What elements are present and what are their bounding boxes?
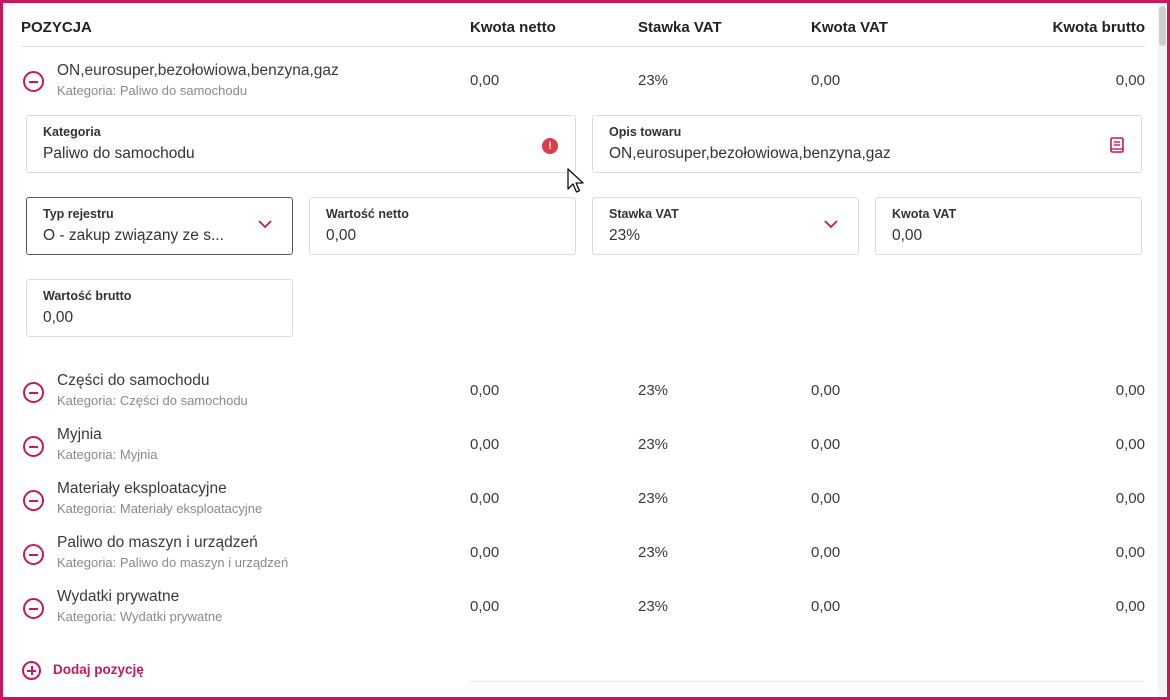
wartosc-netto-label: Wartość netto (326, 207, 409, 221)
item-category: Kategoria: Wydatki prywatne (57, 609, 223, 624)
scrollbar-thumb[interactable] (1159, 6, 1166, 46)
remove-minus-icon[interactable] (23, 382, 44, 403)
opis-towaru-field[interactable]: Opis towaru ON,eurosuper,bezołowiowa,ben… (592, 115, 1142, 173)
item-brutto: 0,00 (1115, 436, 1145, 453)
remove-minus-icon[interactable] (23, 544, 44, 565)
item-netto: 0,00 (470, 436, 500, 453)
item-vat: 0,00 (811, 436, 841, 453)
header-brutto: Kwota brutto (1052, 19, 1145, 36)
add-position-label: Dodaj pozycję (53, 662, 144, 677)
item-vat-rate: 23% (638, 598, 669, 615)
item-vat: 0,00 (811, 382, 841, 399)
item-name: Paliwo do maszyn i urządzeń (57, 534, 258, 551)
typ-rejestru-select[interactable]: Typ rejestru O - zakup związany ze s... (26, 197, 293, 255)
scrollbar[interactable] (1158, 3, 1167, 697)
kategoria-field[interactable]: Kategoria Paliwo do samochodu ! (26, 115, 576, 173)
item-row: Wydatki prywatne Kategoria: Wydatki prywa… (0, 588, 1170, 638)
item-brutto: 0,00 (1115, 382, 1145, 399)
item-name: Materiały eksploatacyjne (57, 480, 227, 497)
item-name: Części do samochodu (57, 372, 210, 389)
header-divider (21, 46, 1145, 47)
item-category: Kategoria: Materiały eksploatacyjne (57, 501, 263, 516)
typ-rejestru-value: O - zakup związany ze s... (43, 227, 224, 244)
typ-rejestru-label: Typ rejestru (43, 207, 114, 221)
item-netto: 0,00 (470, 382, 500, 399)
item-row: Paliwo do maszyn i urządzeń Kategoria: Pa… (0, 534, 1170, 584)
stawka-vat-value: 23% (609, 227, 641, 244)
item-name: Myjnia (57, 426, 102, 443)
item-row: Części do samochodu Kategoria: Części do … (0, 372, 1170, 422)
item-vat-rate: 23% (638, 544, 669, 561)
item-row: Materiały eksploatacyjne Kategoria: Mater… (0, 480, 1170, 530)
kwota-vat-value: 0,00 (892, 227, 923, 244)
item-category: Kategoria: Części do samochodu (57, 393, 248, 408)
item-vat-rate: 23% (638, 436, 669, 453)
item-name: Wydatki prywatne (57, 588, 180, 605)
wartosc-brutto-label: Wartość brutto (43, 289, 132, 303)
item-category: Kategoria: Myjnia (57, 447, 158, 462)
item-category: Kategoria: Paliwo do samochodu (57, 83, 248, 98)
kategoria-value: Paliwo do samochodu (43, 145, 195, 162)
item-category: Kategoria: Paliwo do maszyn i urządzeń (57, 555, 289, 570)
header-netto: Kwota netto (470, 19, 556, 36)
item-brutto: 0,00 (1115, 490, 1145, 507)
remove-minus-icon[interactable] (23, 436, 44, 457)
item-netto: 0,00 (470, 544, 500, 561)
book-icon[interactable] (1110, 137, 1124, 153)
chevron-down-icon[interactable] (824, 219, 838, 229)
item-row-expanded: ON,eurosuper,bezołowiowa,benzyna,gaz Kat… (0, 62, 1170, 112)
item-vat: 0,00 (811, 72, 841, 89)
item-vat-rate: 23% (638, 72, 669, 89)
item-vat: 0,00 (811, 490, 841, 507)
item-netto: 0,00 (470, 72, 500, 89)
opis-towaru-label: Opis towaru (609, 125, 682, 139)
remove-minus-icon[interactable] (23, 490, 44, 511)
item-vat: 0,00 (811, 598, 841, 615)
item-vat-rate: 23% (638, 490, 669, 507)
wartosc-brutto-value: 0,00 (43, 309, 74, 326)
wartosc-netto-field[interactable]: Wartość netto 0,00 (309, 197, 576, 255)
opis-towaru-value: ON,eurosuper,bezołowiowa,benzyna,gaz (609, 145, 891, 162)
item-netto: 0,00 (470, 598, 500, 615)
item-vat-rate: 23% (638, 382, 669, 399)
collapse-minus-icon[interactable] (23, 71, 44, 92)
kwota-vat-field[interactable]: Kwota VAT 0,00 (875, 197, 1142, 255)
item-row: Myjnia Kategoria: Myjnia 0,00 23% 0,00 0,00 (0, 426, 1170, 476)
item-vat: 0,00 (811, 544, 841, 561)
item-brutto: 0,00 (1115, 598, 1145, 615)
wartosc-netto-value: 0,00 (326, 227, 357, 244)
header-position: POZYCJA (21, 19, 92, 36)
header-vat-rate: Stawka VAT (638, 19, 722, 36)
item-brutto: 0,00 (1115, 544, 1145, 561)
footer-divider (470, 681, 1145, 682)
add-plus-icon (22, 661, 41, 680)
item-name: ON,eurosuper,bezołowiowa,benzyna,gaz (57, 62, 339, 79)
header-vat: Kwota VAT (811, 19, 888, 36)
remove-minus-icon[interactable] (23, 598, 44, 619)
kwota-vat-label: Kwota VAT (892, 207, 957, 221)
item-brutto: 0,00 (1115, 72, 1145, 89)
stawka-vat-select[interactable]: Stawka VAT 23% (592, 197, 859, 255)
wartosc-brutto-field[interactable]: Wartość brutto 0,00 (26, 279, 293, 337)
chevron-down-icon[interactable] (258, 219, 272, 229)
error-icon: ! (542, 138, 558, 154)
mouse-cursor-icon (567, 168, 584, 193)
kategoria-label: Kategoria (43, 125, 101, 139)
item-netto: 0,00 (470, 490, 500, 507)
stawka-vat-label: Stawka VAT (609, 207, 679, 221)
